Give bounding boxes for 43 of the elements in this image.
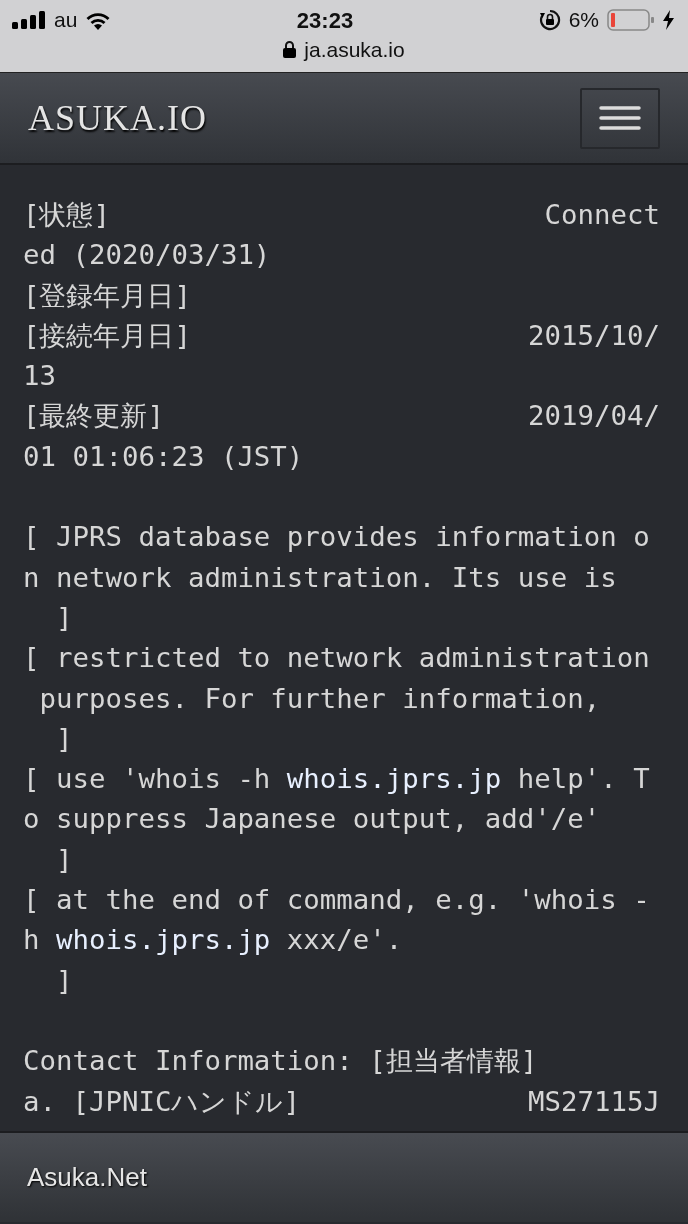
whois-line: [ at the end of command, e.g. 'whois - [23, 883, 651, 918]
domain-link[interactable]: whois.jprs.jp [286, 763, 502, 795]
whois-line: ed (2020/03/31) [23, 238, 272, 273]
charging-bolt-icon [663, 10, 674, 30]
whois-text: h [23, 924, 41, 956]
field-value: 2019/04/ [528, 399, 660, 434]
whois-line: purposes. For further information, [38, 681, 602, 716]
wifi-icon [85, 10, 112, 30]
url-text: ja.asuka.io [304, 37, 405, 63]
clock-text: 23:23 [296, 6, 354, 35]
lock-icon [283, 41, 297, 59]
whois-line: ] [54, 600, 74, 635]
whois-line: [登録年月日] [23, 278, 192, 313]
battery-icon [607, 9, 655, 31]
field-label: [状態] [23, 198, 110, 232]
whois-line: Contact Information: [担当者情報] [23, 1044, 539, 1079]
whois-line: ] [54, 842, 74, 877]
whois-line: 01 01:06:23 (JST) [23, 439, 305, 474]
whois-line: [ JPRS database provides information o [23, 520, 651, 555]
whois-text: [ use 'whois -h [23, 763, 272, 795]
carrier-text: au [54, 7, 78, 34]
field-label: a. [JPNICハンドル] [23, 1084, 300, 1119]
rotation-lock-icon [538, 9, 561, 31]
field-label: [最終更新] [23, 399, 164, 434]
field-value: MS27115J [528, 1084, 660, 1119]
menu-icon [599, 105, 641, 131]
whois-line: [ restricted to network administration [23, 641, 651, 676]
brand-link[interactable]: ASUKA.IO [28, 91, 207, 145]
whois-text: help'. T [516, 763, 650, 795]
field-label: [接続年月日] [23, 318, 191, 353]
whois-line: o suppress Japanese output, add'/e' [23, 802, 602, 837]
whois-text: xxx/e'. [285, 924, 403, 956]
whois-line: ] [54, 721, 74, 756]
menu-toggle-button[interactable] [580, 87, 660, 149]
battery-percent: 6% [568, 7, 599, 34]
whois-line: 13 [23, 359, 57, 394]
whois-line: ] [54, 963, 74, 998]
whois-line: n network administration. Its use is [23, 560, 618, 595]
signal-icon [12, 11, 46, 29]
domain-link[interactable]: whois.jprs.jp [56, 924, 271, 956]
field-value: Connect [544, 198, 660, 232]
field-value: 2015/10/ [528, 318, 660, 353]
footer-text: Asuka.Net [27, 1161, 147, 1194]
